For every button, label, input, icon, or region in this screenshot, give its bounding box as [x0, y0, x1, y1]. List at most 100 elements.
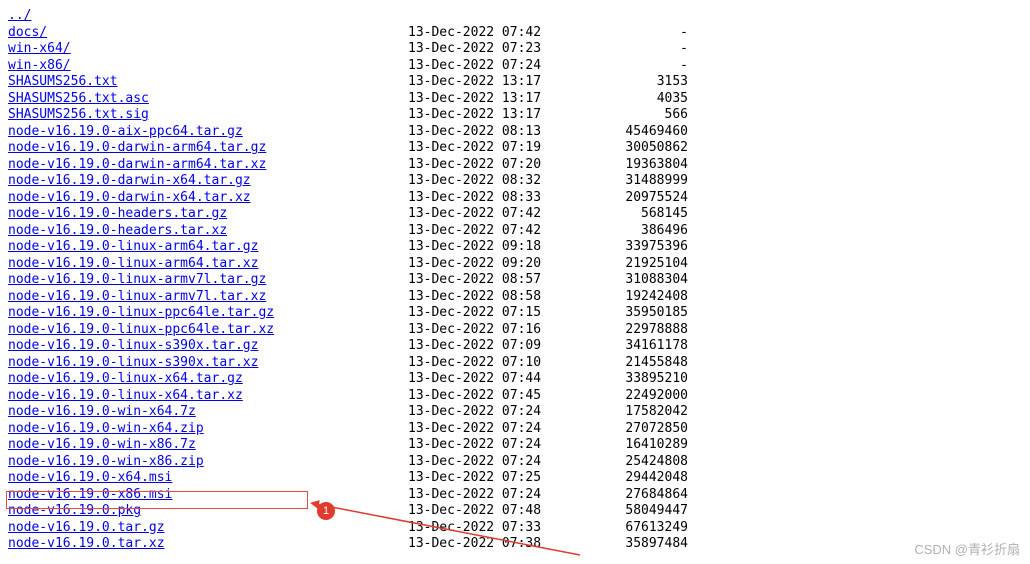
- file-date: 13-Dec-2022 07:44: [408, 371, 588, 388]
- file-link[interactable]: node-v16.19.0-linux-arm64.tar.gz: [8, 239, 258, 254]
- file-size: 22978888: [588, 322, 688, 339]
- file-row: node-v16.19.0-linux-x64.tar.xz 13-Dec-202…: [8, 388, 1030, 405]
- file-link[interactable]: node-v16.19.0-x86.msi: [8, 487, 172, 502]
- file-link[interactable]: node-v16.19.0-win-x86.7z: [8, 437, 196, 452]
- file-row: node-v16.19.0.tar.gz 13-Dec-2022 07:33676…: [8, 520, 1030, 537]
- file-size: 568145: [588, 206, 688, 223]
- file-link[interactable]: node-v16.19.0-win-x64.7z: [8, 404, 196, 419]
- file-link[interactable]: node-v16.19.0-x64.msi: [8, 470, 172, 485]
- file-link[interactable]: node-v16.19.0-linux-x64.tar.xz: [8, 388, 243, 403]
- file-link[interactable]: node-v16.19.0-linux-x64.tar.gz: [8, 371, 243, 386]
- file-size: 4035: [588, 91, 688, 108]
- file-link[interactable]: SHASUMS256.txt.asc: [8, 91, 149, 106]
- file-size: 19242408: [588, 289, 688, 306]
- file-date: 13-Dec-2022 07:24: [408, 404, 588, 421]
- file-size: 31088304: [588, 272, 688, 289]
- file-row: node-v16.19.0.tar.xz 13-Dec-2022 07:38358…: [8, 536, 1030, 553]
- file-row: node-v16.19.0-win-x86.zip 13-Dec-2022 07:…: [8, 454, 1030, 471]
- file-date: 13-Dec-2022 07:33: [408, 520, 588, 537]
- file-row: node-v16.19.0-x86.msi13-Dec-2022 07:2427…: [8, 487, 1030, 504]
- file-size: 67613249: [588, 520, 688, 537]
- file-link[interactable]: node-v16.19.0-headers.tar.xz: [8, 223, 227, 238]
- file-size: 33895210: [588, 371, 688, 388]
- file-row: node-v16.19.0-win-x64.7z 13-Dec-2022 07:2…: [8, 404, 1030, 421]
- file-link[interactable]: node-v16.19.0-linux-ppc64le.tar.gz: [8, 305, 274, 320]
- file-row: node-v16.19.0-linux-armv7l.tar.xz 13-Dec-…: [8, 289, 1030, 306]
- file-row: node-v16.19.0-darwin-x64.tar.gz13-Dec-20…: [8, 173, 1030, 190]
- file-date: 13-Dec-2022 07:24: [408, 454, 588, 471]
- file-size: 35897484: [588, 536, 688, 553]
- file-row: win-x64/13-Dec-2022 07:23-: [8, 41, 1030, 58]
- file-link[interactable]: node-v16.19.0-linux-s390x.tar.xz: [8, 355, 258, 370]
- file-link[interactable]: node-v16.19.0-linux-arm64.tar.xz: [8, 256, 258, 271]
- file-row: node-v16.19.0-linux-ppc64le.tar.gz13-Dec…: [8, 305, 1030, 322]
- file-date: 13-Dec-2022 07:23: [408, 41, 588, 58]
- file-date: 13-Dec-2022 07:24: [408, 421, 588, 438]
- file-date: 13-Dec-2022 07:09: [408, 338, 588, 355]
- file-size: 29442048: [588, 470, 688, 487]
- parent-dir-row: ../: [8, 8, 1030, 25]
- file-row: win-x86/13-Dec-2022 07:24-: [8, 58, 1030, 75]
- file-link[interactable]: win-x86/: [8, 58, 71, 73]
- file-link[interactable]: node-v16.19.0-darwin-x64.tar.xz: [8, 190, 251, 205]
- file-date: 13-Dec-2022 07:10: [408, 355, 588, 372]
- file-link[interactable]: node-v16.19.0-darwin-arm64.tar.xz: [8, 157, 266, 172]
- file-date: 13-Dec-2022 08:57: [408, 272, 588, 289]
- parent-dir-link[interactable]: ../: [8, 8, 31, 23]
- file-link[interactable]: node-v16.19.0-headers.tar.gz: [8, 206, 227, 221]
- file-link[interactable]: node-v16.19.0-win-x64.zip: [8, 421, 204, 436]
- file-size: 3153: [588, 74, 688, 91]
- file-size: 27684864: [588, 487, 688, 504]
- file-date: 13-Dec-2022 09:20: [408, 256, 588, 273]
- file-link[interactable]: SHASUMS256.txt: [8, 74, 118, 89]
- watermark-text: CSDN @青衫折扇: [914, 539, 1020, 558]
- file-size: 386496: [588, 223, 688, 240]
- file-link[interactable]: node-v16.19.0-linux-armv7l.tar.xz: [8, 289, 266, 304]
- file-size: 31488999: [588, 173, 688, 190]
- file-link[interactable]: node-v16.19.0.tar.xz: [8, 536, 165, 551]
- file-link[interactable]: node-v16.19.0-darwin-x64.tar.gz: [8, 173, 251, 188]
- file-link[interactable]: node-v16.19.0.pkg: [8, 503, 141, 518]
- file-date: 13-Dec-2022 07:38: [408, 536, 588, 553]
- file-row: node-v16.19.0-win-x86.7z 13-Dec-2022 07:2…: [8, 437, 1030, 454]
- file-row: node-v16.19.0-x64.msi 13-Dec-2022 07:2529…: [8, 470, 1030, 487]
- file-link[interactable]: SHASUMS256.txt.sig: [8, 107, 149, 122]
- file-size: 34161178: [588, 338, 688, 355]
- file-row: node-v16.19.0-linux-s390x.tar.gz 13-Dec-2…: [8, 338, 1030, 355]
- file-size: 33975396: [588, 239, 688, 256]
- file-date: 13-Dec-2022 07:25: [408, 470, 588, 487]
- file-row: node-v16.19.0-win-x64.zip 13-Dec-2022 07:…: [8, 421, 1030, 438]
- file-link[interactable]: node-v16.19.0-aix-ppc64.tar.gz: [8, 124, 243, 139]
- file-size: 58049447: [588, 503, 688, 520]
- file-size: -: [588, 58, 688, 75]
- file-link[interactable]: docs/: [8, 25, 47, 40]
- file-size: 27072850: [588, 421, 688, 438]
- file-row: node-v16.19.0-darwin-arm64.tar.gz13-Dec-…: [8, 140, 1030, 157]
- file-size: 35950185: [588, 305, 688, 322]
- file-size: 566: [588, 107, 688, 124]
- file-row: node-v16.19.0-darwin-arm64.tar.xz13-Dec-…: [8, 157, 1030, 174]
- file-row: node-v16.19.0-aix-ppc64.tar.gz13-Dec-202…: [8, 124, 1030, 141]
- file-link[interactable]: win-x64/: [8, 41, 71, 56]
- file-link[interactable]: node-v16.19.0-linux-s390x.tar.gz: [8, 338, 258, 353]
- file-date: 13-Dec-2022 07:24: [408, 437, 588, 454]
- file-date: 13-Dec-2022 07:24: [408, 58, 588, 75]
- file-link[interactable]: node-v16.19.0-win-x86.zip: [8, 454, 204, 469]
- file-link[interactable]: node-v16.19.0-linux-armv7l.tar.gz: [8, 272, 266, 287]
- file-row: SHASUMS256.txt.sig13-Dec-2022 13:17566: [8, 107, 1030, 124]
- file-row: node-v16.19.0-linux-x64.tar.gz 13-Dec-202…: [8, 371, 1030, 388]
- file-link[interactable]: node-v16.19.0.tar.gz: [8, 520, 165, 535]
- annotation-badge: 1: [317, 502, 335, 520]
- file-row: node-v16.19.0-headers.tar.gz13-Dec-2022 …: [8, 206, 1030, 223]
- file-row: node-v16.19.0.pkg13-Dec-2022 07:48580494…: [8, 503, 1030, 520]
- file-size: 21925104: [588, 256, 688, 273]
- file-date: 13-Dec-2022 13:17: [408, 74, 588, 91]
- file-link[interactable]: node-v16.19.0-linux-ppc64le.tar.xz: [8, 322, 274, 337]
- file-date: 13-Dec-2022 08:33: [408, 190, 588, 207]
- file-size: 16410289: [588, 437, 688, 454]
- file-link[interactable]: node-v16.19.0-darwin-arm64.tar.gz: [8, 140, 266, 155]
- file-row: node-v16.19.0-linux-arm64.tar.xz 13-Dec-2…: [8, 256, 1030, 273]
- file-row: node-v16.19.0-headers.tar.xz13-Dec-2022 …: [8, 223, 1030, 240]
- file-date: 13-Dec-2022 07:45: [408, 388, 588, 405]
- file-date: 13-Dec-2022 08:58: [408, 289, 588, 306]
